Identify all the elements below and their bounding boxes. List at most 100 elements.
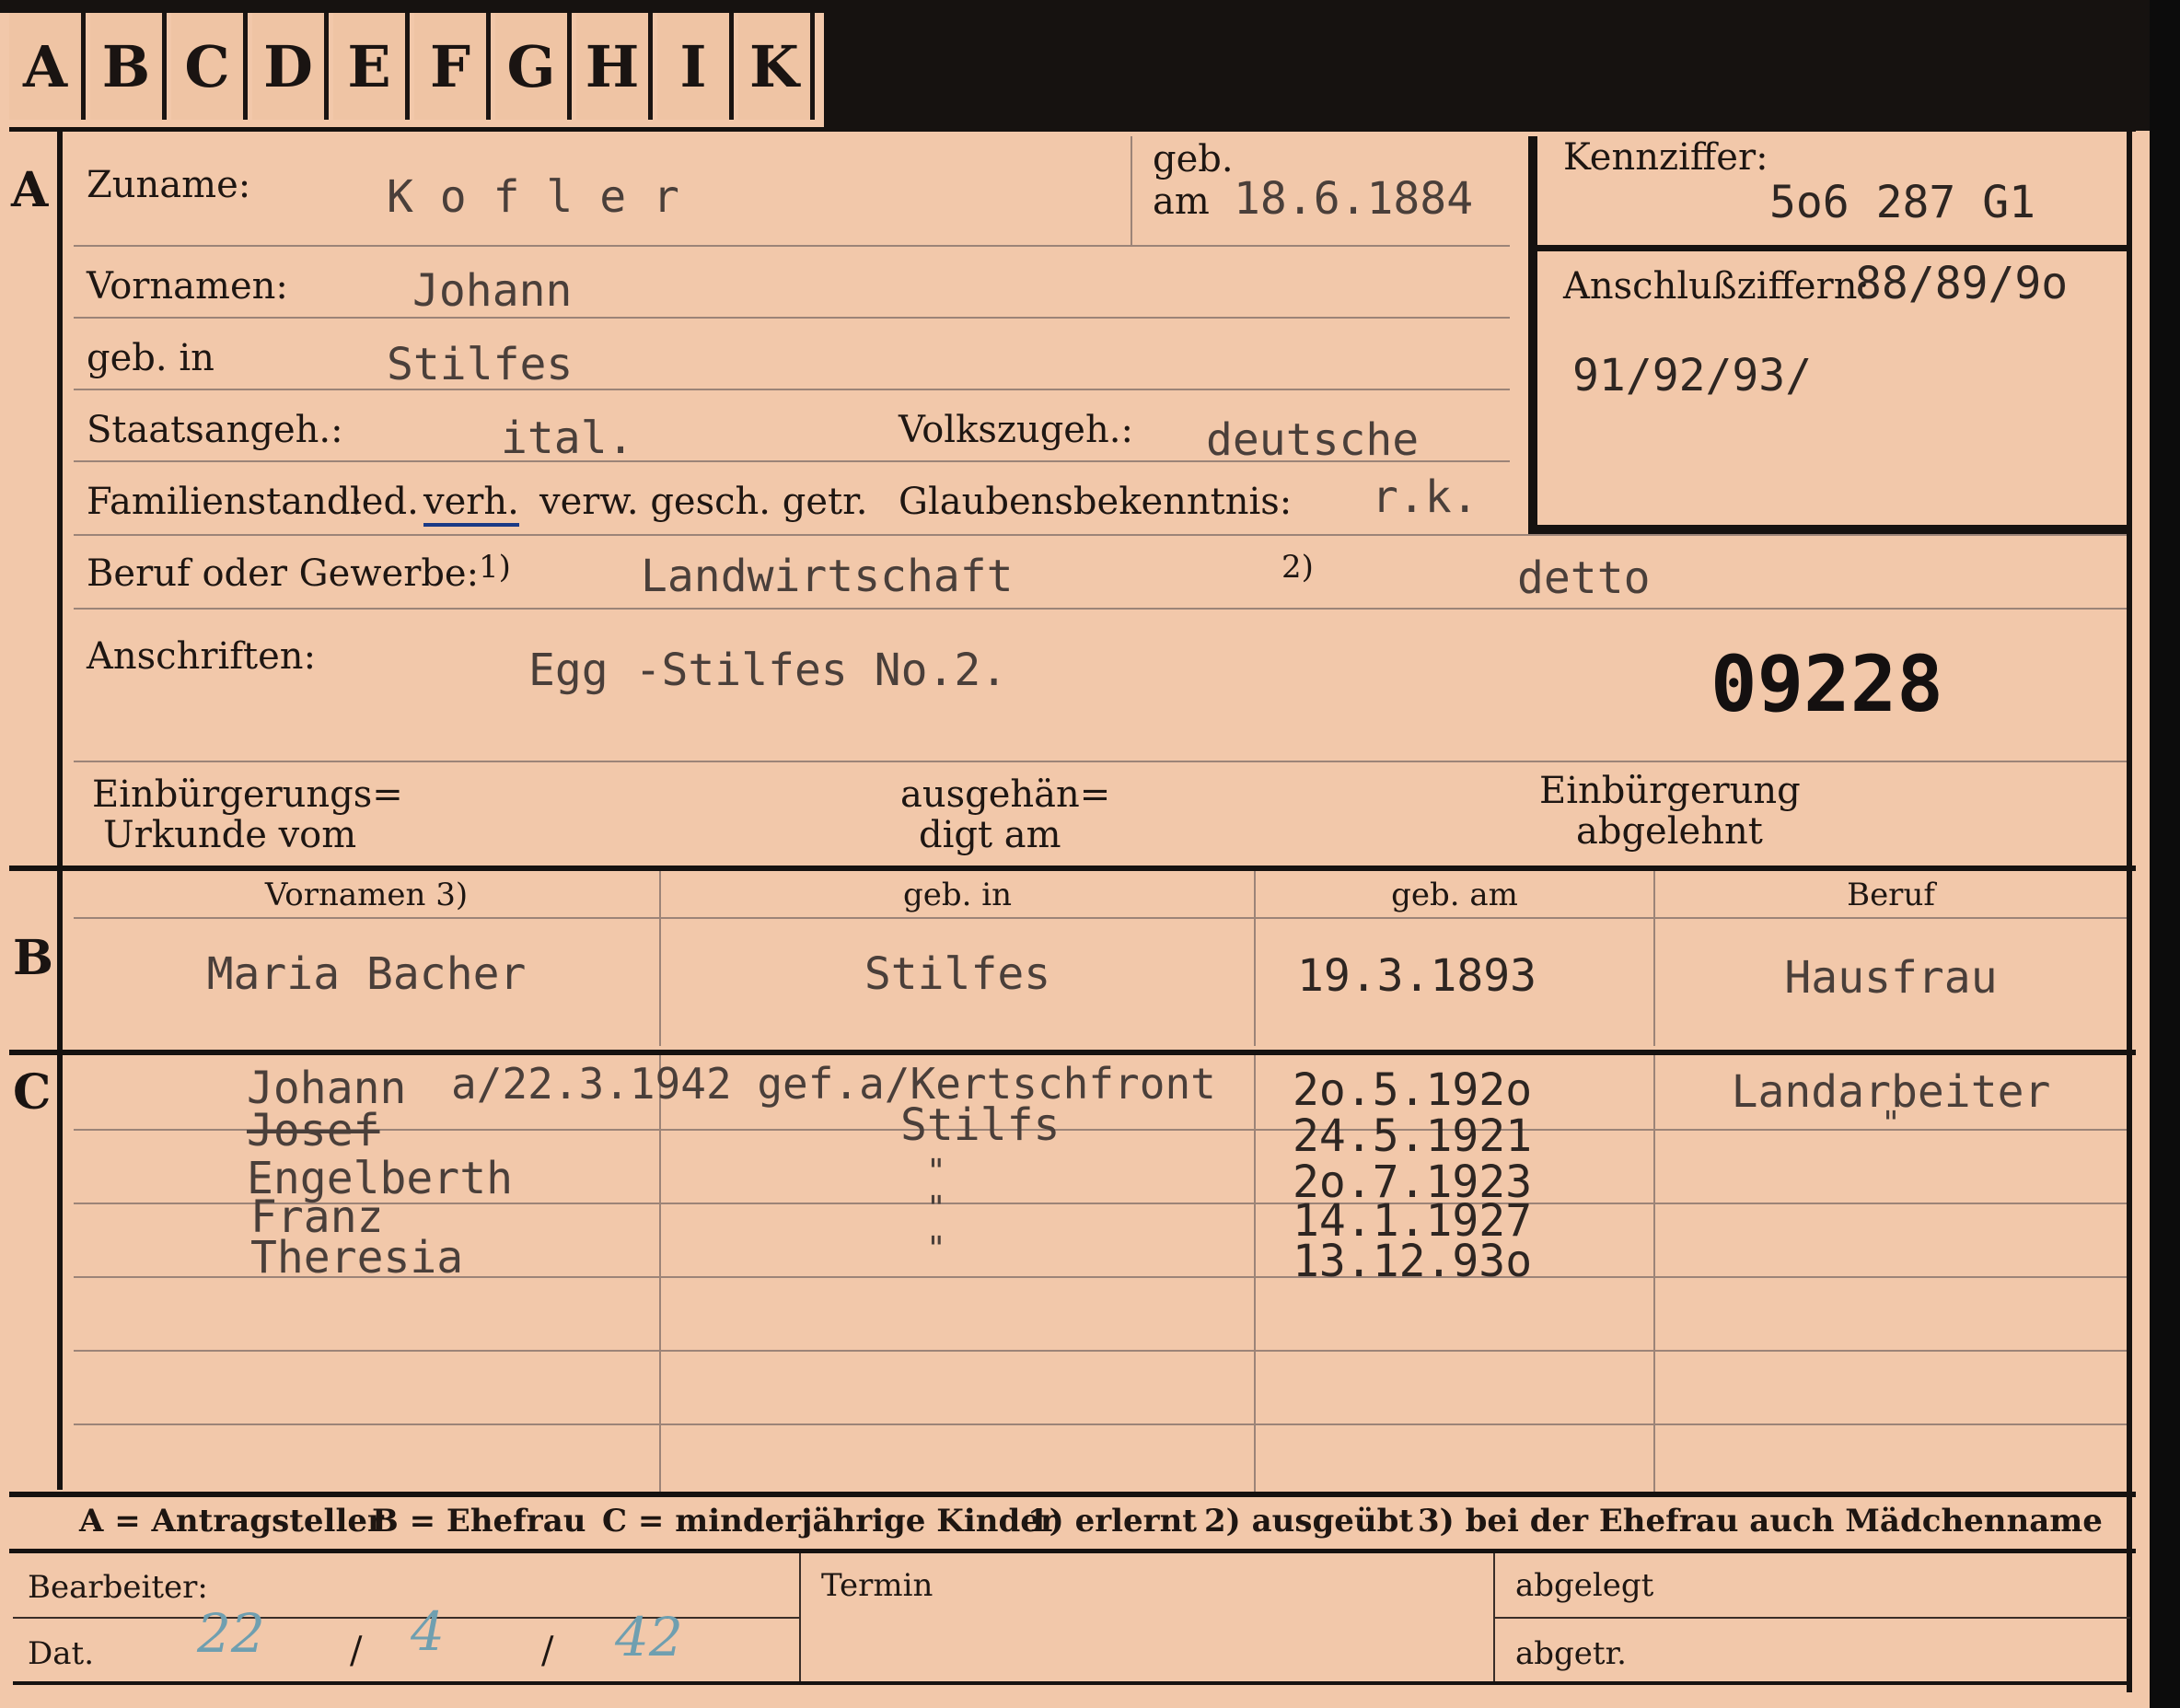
legend-note-2: 2) ausgeübt — [1204, 1503, 1414, 1540]
rule — [74, 1350, 2127, 1352]
tab-letter[interactable]: H — [576, 13, 653, 120]
date-separator: / — [541, 1630, 554, 1672]
rule — [1131, 136, 1132, 245]
connection-line2: 91/92/93/ — [1572, 350, 1813, 401]
frame-top — [9, 127, 2136, 132]
marital-option-others: verw. gesch. getr. — [539, 481, 868, 523]
occupation-label: Beruf oder Gewerbe: — [87, 552, 480, 595]
footnote-mark-2: 2) — [1281, 549, 1314, 586]
tab-letter[interactable]: F — [414, 13, 491, 120]
rule — [1254, 1055, 1256, 1492]
date-separator: / — [350, 1630, 363, 1672]
firstnames-value: Johann — [412, 265, 573, 317]
born-label-bottom: am — [1153, 180, 1210, 223]
citizenship-value: ital. — [501, 412, 634, 464]
section-c-bottom — [9, 1492, 2136, 1497]
tab-letter[interactable]: K — [738, 13, 815, 120]
citizenship-label: Staatsangeh.: — [87, 409, 343, 451]
tab-letter[interactable]: B — [90, 13, 167, 120]
child-birthplace: " — [926, 1190, 946, 1227]
rule — [799, 1553, 801, 1682]
footnote-mark-1: 1) — [479, 549, 511, 586]
rule — [74, 761, 2127, 762]
handwritten-day: 22 — [197, 1602, 265, 1665]
rule — [74, 317, 1510, 319]
filed-label: abgelegt — [1515, 1567, 1654, 1604]
child-birthplace: " — [926, 1230, 946, 1268]
marital-option-verh-selected: verh. — [423, 481, 519, 527]
rule — [74, 389, 1510, 390]
tab-top-edge — [0, 0, 824, 13]
child-name: Josef — [247, 1105, 380, 1156]
section-a-bottom — [9, 866, 2136, 871]
naturalization-refused-label-1: Einbürgerung — [1539, 770, 1801, 812]
handwritten-month: 4 — [411, 1600, 445, 1663]
tab-letter[interactable]: C — [171, 13, 248, 120]
section-mark-c: C — [13, 1064, 52, 1121]
dispatched-label: abgetr. — [1515, 1635, 1627, 1672]
tab-letter[interactable]: G — [495, 13, 572, 120]
spouse-header-firstnames: Vornamen 3) — [264, 877, 469, 913]
born-date-value: 18.6.1884 — [1234, 173, 1474, 225]
born-label-top: geb. — [1153, 138, 1234, 180]
ref-box-divider — [1537, 245, 2127, 251]
code-value: 5o6 287 G1 — [1769, 177, 2035, 228]
spouse-occupation: Hausfrau — [1784, 952, 1998, 1004]
deadline-label: Termin — [821, 1567, 933, 1604]
rule — [74, 608, 2127, 610]
handed-out-label-2: digt am — [919, 814, 1061, 856]
legend-c: C = minderjährige Kinder — [602, 1503, 1057, 1540]
occupation-practiced: detto — [1517, 552, 1651, 604]
child-name: Theresia — [250, 1232, 464, 1284]
surname-value: K o f l e r — [387, 171, 679, 223]
stamp-number: 09228 — [1710, 639, 1943, 729]
rule — [1495, 1617, 2130, 1619]
spouse-header-occupation: Beruf — [1847, 877, 1935, 913]
section-b-bottom — [9, 1050, 2136, 1055]
connection-label: Anschlußziffern: — [1563, 265, 1870, 308]
tab-letter[interactable]: I — [657, 13, 734, 120]
firstnames-label: Vornamen: — [87, 265, 288, 308]
naturalization-doc-label-1: Einbürgerungs= — [92, 773, 403, 816]
surname-label: Zuname: — [87, 164, 251, 206]
ethnicity-value: deutsche — [1206, 414, 1420, 466]
legend-b: B = Ehefrau — [372, 1503, 586, 1540]
address-value: Egg -Stilfes No.2. — [528, 645, 1008, 696]
legend-a: A = Antragsteller — [79, 1503, 384, 1540]
child-birthplace: " — [926, 1153, 946, 1191]
handed-out-label-1: ausgehän= — [900, 773, 1111, 816]
child-birthplace: Stilfs — [900, 1099, 1061, 1151]
religion-value: r.k. — [1372, 471, 1478, 523]
spouse-birthplace: Stilfes — [864, 948, 1051, 1000]
child-death-note: a/22.3.1942 gef.a/Kertschfront — [451, 1059, 1216, 1109]
tab-letter[interactable]: D — [252, 13, 329, 120]
birthplace-label: geb. in — [87, 337, 215, 379]
legend-note-3: 3) bei der Ehefrau auch Mädchenname — [1418, 1503, 2103, 1540]
marital-option-led: led. — [350, 481, 419, 523]
occupation-learned: Landwirtschaft — [641, 551, 1014, 602]
ethnicity-label: Volkszugeh.: — [899, 409, 1133, 451]
section-mark-b: B — [13, 930, 53, 986]
marital-label: Familienstand: — [87, 481, 363, 523]
clerk-label: Bearbeiter: — [28, 1569, 208, 1606]
tab-letter[interactable]: A — [9, 13, 86, 120]
tab-letter[interactable]: E — [333, 13, 410, 120]
section-divider-vertical — [57, 127, 63, 1490]
rule — [74, 245, 1510, 247]
religion-label: Glaubensbekenntnis: — [899, 481, 1293, 523]
rule — [74, 1423, 2127, 1425]
address-label: Anschriften: — [87, 635, 317, 678]
ref-box-left — [1528, 136, 1537, 534]
connection-line1: 88/89/9o — [1855, 258, 2069, 309]
birthplace-value: Stilfes — [387, 339, 574, 390]
code-label: Kennziffer: — [1563, 136, 1768, 179]
child-birthdate: 24.5.1921 — [1293, 1110, 1533, 1162]
ref-box-bottom — [1528, 525, 2131, 534]
rule — [74, 534, 2127, 536]
spouse-header-birthdate: geb. am — [1391, 877, 1518, 913]
child-occupation: " — [1881, 1105, 1901, 1143]
spouse-birthdate: 19.3.1893 — [1296, 950, 1537, 1002]
legend-note-1: 1) erlernt — [1027, 1503, 1198, 1540]
handwritten-year: 42 — [615, 1606, 683, 1668]
child-birthdate: 2o.5.192o — [1293, 1064, 1533, 1116]
